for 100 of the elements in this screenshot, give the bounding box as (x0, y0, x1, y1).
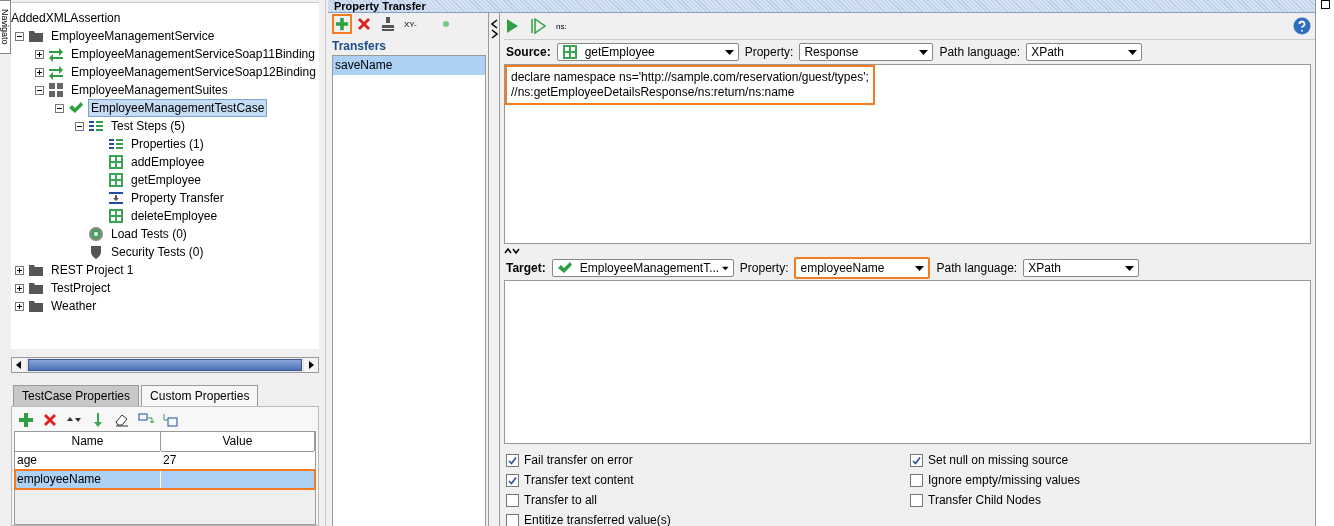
tree-item[interactable]: EmployeeManagementTestCase (88, 99, 268, 117)
tree-item[interactable]: Properties (1) (128, 135, 207, 153)
field-label: Source: (506, 45, 551, 59)
toolbar-label[interactable]: XY- (404, 19, 417, 29)
option-label: Transfer to all (524, 493, 597, 507)
dropdown-caret-icon (1125, 265, 1135, 271)
scroll-right-icon[interactable] (303, 358, 318, 372)
soap-step-icon (108, 208, 124, 224)
dropdown-caret-icon (1128, 49, 1138, 55)
checkbox[interactable] (506, 513, 519, 526)
step-dropdown[interactable]: getEmployee (556, 43, 739, 61)
gauge-icon (88, 226, 104, 242)
soap-step-icon (108, 154, 124, 170)
expand-toggle[interactable] (35, 67, 44, 77)
tree-item[interactable]: EmployeeManagementServiceSoap11Binding (68, 45, 318, 63)
dropdown-caret-icon (724, 49, 734, 55)
expand-toggle[interactable] (15, 283, 24, 293)
step-dropdown[interactable]: EmployeeManagementT... (551, 259, 734, 277)
collapse-toggle[interactable] (75, 121, 84, 131)
maximize-icon[interactable] (1321, 0, 1330, 9)
property-row[interactable]: employeeName (15, 470, 315, 489)
field-label: Path language: (936, 261, 1018, 275)
add-icon[interactable] (18, 412, 34, 428)
checkbox[interactable] (506, 453, 519, 467)
tree-item[interactable]: TestProject (48, 279, 114, 297)
soap-step-icon (561, 44, 578, 60)
dropdown-caret-icon (915, 265, 925, 271)
option-label: Transfer text content (524, 473, 634, 487)
tree-item[interactable]: Property Transfer (128, 189, 227, 207)
tree-item[interactable]: EmployeeManagementService (48, 27, 218, 45)
column-header[interactable]: Name (15, 432, 161, 452)
path-language-dropdown[interactable]: XPath (1026, 43, 1143, 61)
tree-item[interactable]: Weather (48, 297, 100, 315)
checkbox[interactable] (506, 473, 519, 487)
expression-text: declare namespace ns='http://sample.com/reservation/guest/types'; //ns:getEmployeeDetailsResponse/ns:return/ns:name (505, 65, 875, 105)
tree-item[interactable]: Load Tests (0) (108, 225, 190, 243)
delete-icon[interactable] (356, 16, 372, 32)
collapse-arrows-icon[interactable] (490, 19, 498, 39)
collapse-toggle[interactable] (15, 31, 24, 41)
arrows-icon (48, 64, 64, 80)
horizontal-scrollbar[interactable] (11, 357, 319, 373)
checkbox[interactable] (910, 493, 923, 507)
tree-item[interactable]: EmployeeManagementServiceSoap12Binding (68, 63, 319, 81)
shield-icon (88, 244, 104, 260)
navigator-tab[interactable]: Navigato (0, 0, 11, 54)
step-play-icon[interactable] (530, 18, 546, 34)
expression-editor[interactable]: declare namespace ns='http://sample.com/reservation/guest/types'; //ns:getEmployeeDetailsResponse/ns:return/ns:name (504, 64, 1311, 244)
list-icon (108, 136, 124, 152)
checkbox[interactable] (910, 473, 923, 487)
dot-icon[interactable] (442, 21, 449, 27)
tree-item[interactable]: deleteEmployee (128, 207, 221, 225)
collapse-toggle[interactable] (35, 85, 44, 95)
properties-tab[interactable]: Custom Properties (141, 385, 259, 406)
save-icon[interactable] (162, 412, 178, 428)
resize-arrows-icon[interactable] (504, 247, 520, 255)
play-icon[interactable] (504, 18, 520, 34)
tree-item[interactable]: Test Steps (5) (108, 117, 189, 135)
checkbox[interactable] (910, 453, 923, 467)
folder-icon (28, 280, 44, 296)
arrows-icon (48, 46, 64, 62)
tree-item[interactable]: addEmployee (128, 153, 208, 171)
folder-icon (28, 262, 44, 278)
field-label: Path language: (939, 45, 1021, 59)
checkbox[interactable] (506, 493, 519, 507)
column-header[interactable]: Value (161, 432, 315, 452)
eraser-icon[interactable] (114, 412, 130, 428)
folder-icon (28, 298, 44, 314)
tree-root-label: AddedXMLAssertion (11, 10, 122, 27)
expand-toggle[interactable] (15, 301, 24, 311)
grid-icon (48, 82, 64, 98)
check-icon (556, 260, 573, 276)
stamp-icon[interactable] (380, 16, 396, 32)
path-language-dropdown[interactable]: XPath (1023, 259, 1140, 277)
option-label: Fail transfer on error (524, 453, 633, 467)
panel-title: Property Transfer (334, 0, 426, 12)
property-dropdown[interactable]: Response (799, 43, 934, 61)
collapse-toggle[interactable] (55, 103, 64, 113)
help-icon[interactable] (1293, 17, 1311, 35)
check-icon (68, 100, 84, 116)
option-label: Set null on missing source (928, 453, 1069, 467)
toolbar-label[interactable]: ns: (556, 21, 567, 31)
add-transfer-button[interactable] (332, 14, 352, 34)
folder-icon (28, 28, 44, 44)
option-label: Entitize transferred value(s) (524, 513, 671, 526)
property-dropdown[interactable]: employeeName (794, 257, 931, 279)
tree-item[interactable]: REST Project 1 (48, 261, 137, 279)
dropdown-caret-icon (919, 49, 929, 55)
transfer-item[interactable]: saveName (333, 56, 485, 75)
expand-toggle[interactable] (15, 265, 24, 275)
tree-item[interactable]: EmployeeManagementSuites (68, 81, 231, 99)
field-label: Property: (744, 45, 794, 59)
scroll-left-icon[interactable] (12, 358, 26, 372)
tree-item[interactable]: Security Tests (0) (108, 243, 207, 261)
field-label: Property: (739, 261, 789, 275)
list-icon (88, 118, 104, 134)
table-cell: employeeName (15, 470, 161, 489)
tree-item[interactable]: getEmployee (128, 171, 205, 189)
expand-toggle[interactable] (35, 49, 44, 59)
properties-tab[interactable]: TestCase Properties (13, 385, 140, 406)
delete-icon[interactable] (42, 412, 58, 428)
